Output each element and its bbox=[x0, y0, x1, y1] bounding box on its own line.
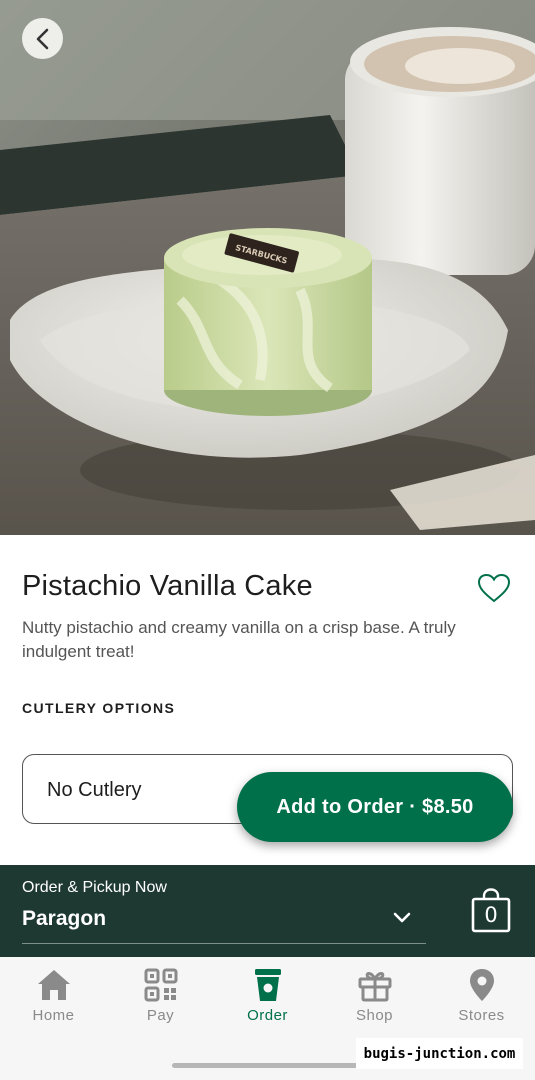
home-icon bbox=[37, 970, 70, 1000]
pickup-mode-label: Order & Pickup Now bbox=[22, 879, 167, 896]
pickup-bar: Order & Pickup Now Paragon 0 bbox=[0, 865, 535, 957]
watermark: bugis-junction.com bbox=[356, 1038, 523, 1069]
location-pin-icon bbox=[469, 969, 494, 1001]
home-indicator bbox=[172, 1063, 364, 1068]
product-title: Pistachio Vanilla Cake bbox=[22, 570, 313, 602]
nav-label: Order bbox=[247, 1007, 288, 1024]
product-image: STARBUCKS bbox=[0, 0, 535, 535]
nav-shop[interactable]: Shop bbox=[321, 957, 428, 1037]
cutlery-selected-value: No Cutlery bbox=[47, 779, 142, 801]
cup-icon bbox=[254, 969, 281, 1001]
chevron-left-icon bbox=[36, 28, 48, 49]
gift-icon bbox=[358, 972, 391, 1002]
nav-stores[interactable]: Stores bbox=[428, 957, 535, 1037]
nav-label: Pay bbox=[146, 1007, 175, 1024]
favorite-heart-icon[interactable] bbox=[476, 572, 512, 604]
cutlery-options-heading: CUTLERY OPTIONS bbox=[22, 700, 176, 716]
qr-code-icon bbox=[144, 968, 177, 1002]
chevron-down-icon[interactable] bbox=[392, 911, 412, 925]
nav-pay[interactable]: Pay bbox=[107, 957, 214, 1037]
divider bbox=[22, 943, 426, 944]
nav-label: Home bbox=[32, 1007, 75, 1024]
back-button[interactable] bbox=[22, 18, 63, 59]
nav-order[interactable]: Order bbox=[214, 957, 321, 1037]
bag-button[interactable]: 0 bbox=[471, 887, 511, 933]
add-to-order-button[interactable]: Add to Order · $8.50 bbox=[237, 772, 513, 842]
nav-home[interactable]: Home bbox=[0, 957, 107, 1037]
nav-label: Stores bbox=[458, 1007, 505, 1024]
pickup-store-name[interactable]: Paragon bbox=[22, 907, 106, 931]
product-description: Nutty pistachio and creamy vanilla on a … bbox=[22, 618, 456, 661]
nav-label: Shop bbox=[355, 1007, 394, 1024]
bag-count: 0 bbox=[484, 903, 498, 927]
